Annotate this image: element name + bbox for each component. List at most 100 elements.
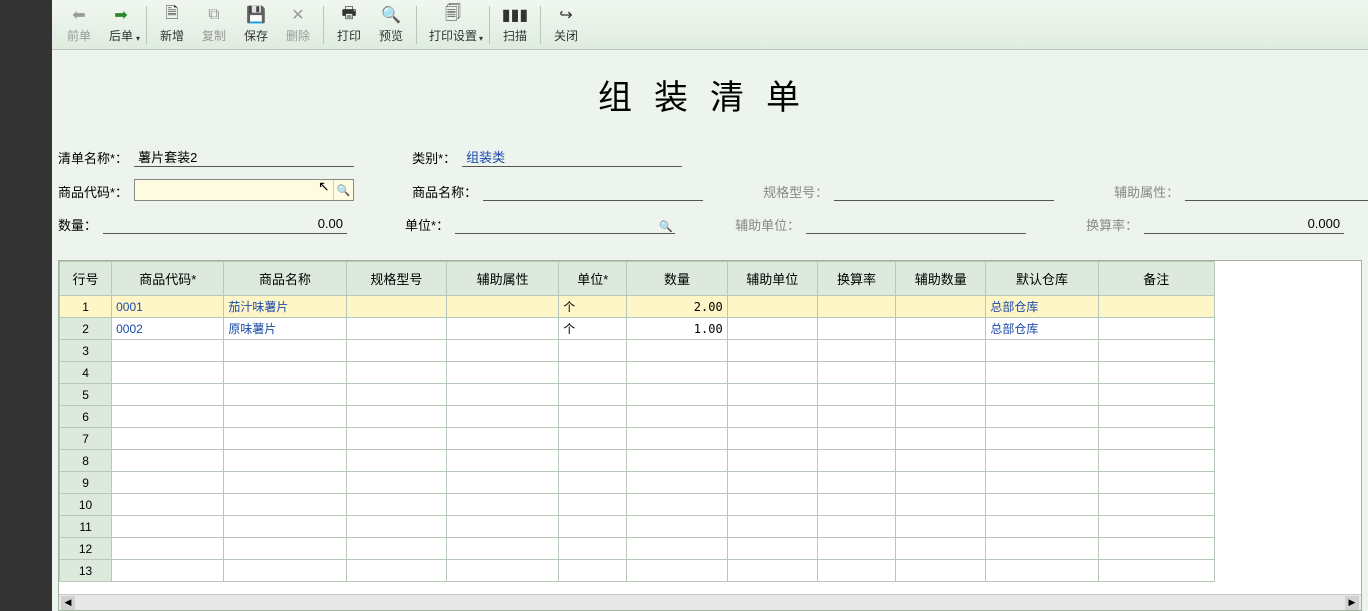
aux-unit-input[interactable] bbox=[806, 214, 1026, 234]
col-qty[interactable]: 数量 bbox=[627, 262, 727, 296]
cell-unit[interactable] bbox=[559, 450, 627, 472]
cell-warehouse[interactable] bbox=[986, 428, 1098, 450]
cell-unit[interactable]: 个 bbox=[559, 318, 627, 340]
cell-remark[interactable] bbox=[1098, 406, 1214, 428]
cell-spec[interactable] bbox=[346, 450, 446, 472]
table-row[interactable]: 11 bbox=[60, 516, 1215, 538]
cell-name[interactable] bbox=[224, 362, 346, 384]
prev-button[interactable]: ⬅ 前单 bbox=[58, 1, 100, 49]
copy-button[interactable]: ⧉ 复制 bbox=[193, 1, 235, 49]
cell-warehouse[interactable]: 总部仓库 bbox=[986, 296, 1098, 318]
cell-warehouse[interactable] bbox=[986, 472, 1098, 494]
cell-aux-attr[interactable] bbox=[446, 362, 558, 384]
cell-remark[interactable] bbox=[1098, 362, 1214, 384]
col-rate[interactable]: 换算率 bbox=[817, 262, 895, 296]
cell-spec[interactable] bbox=[346, 340, 446, 362]
cell-rate[interactable] bbox=[817, 472, 895, 494]
cell-spec[interactable] bbox=[346, 428, 446, 450]
cell-spec[interactable] bbox=[346, 362, 446, 384]
cell-code[interactable] bbox=[112, 560, 224, 582]
close-button[interactable]: ↪ 关闭 bbox=[545, 1, 587, 49]
cell-unit[interactable] bbox=[559, 494, 627, 516]
cell-aux-qty[interactable] bbox=[896, 494, 986, 516]
print-button[interactable]: 🖶 打印 bbox=[328, 1, 370, 49]
cell-warehouse[interactable] bbox=[986, 516, 1098, 538]
cell-warehouse[interactable] bbox=[986, 538, 1098, 560]
cell-aux-unit[interactable] bbox=[727, 406, 817, 428]
cell-name[interactable] bbox=[224, 384, 346, 406]
cell-aux-qty[interactable] bbox=[896, 428, 986, 450]
aux-attr-input[interactable] bbox=[1185, 181, 1368, 201]
cell-warehouse[interactable] bbox=[986, 560, 1098, 582]
cell-aux-attr[interactable] bbox=[446, 340, 558, 362]
cell-unit[interactable] bbox=[559, 472, 627, 494]
horizontal-scrollbar[interactable]: ◀ ▶ bbox=[59, 594, 1361, 610]
rate-input[interactable] bbox=[1144, 214, 1344, 234]
next-button[interactable]: ➡ 后单 ▾ bbox=[100, 1, 142, 49]
cell-aux-unit[interactable] bbox=[727, 296, 817, 318]
cell-name[interactable] bbox=[224, 538, 346, 560]
cell-unit[interactable] bbox=[559, 538, 627, 560]
cell-code[interactable] bbox=[112, 494, 224, 516]
cell-remark[interactable] bbox=[1098, 538, 1214, 560]
cell-remark[interactable] bbox=[1098, 516, 1214, 538]
cell-spec[interactable] bbox=[346, 296, 446, 318]
cell-aux-attr[interactable] bbox=[446, 450, 558, 472]
cell-rate[interactable] bbox=[817, 516, 895, 538]
cell-unit[interactable] bbox=[559, 384, 627, 406]
cell-aux-qty[interactable] bbox=[896, 362, 986, 384]
cell-rate[interactable] bbox=[817, 450, 895, 472]
col-code[interactable]: 商品代码* bbox=[112, 262, 224, 296]
cell-code[interactable] bbox=[112, 428, 224, 450]
cell-aux-qty[interactable] bbox=[896, 472, 986, 494]
cell-spec[interactable] bbox=[346, 538, 446, 560]
cell-warehouse[interactable] bbox=[986, 362, 1098, 384]
cell-qty[interactable] bbox=[627, 538, 727, 560]
table-row[interactable]: 5 bbox=[60, 384, 1215, 406]
cell-qty[interactable] bbox=[627, 406, 727, 428]
cell-aux-qty[interactable] bbox=[896, 340, 986, 362]
cell-code[interactable] bbox=[112, 538, 224, 560]
cell-aux-unit[interactable] bbox=[727, 362, 817, 384]
cell-qty[interactable]: 2.00 bbox=[627, 296, 727, 318]
table-row[interactable]: 7 bbox=[60, 428, 1215, 450]
cell-qty[interactable] bbox=[627, 428, 727, 450]
cell-aux-unit[interactable] bbox=[727, 428, 817, 450]
spec-input[interactable] bbox=[834, 181, 1054, 201]
cell-aux-unit[interactable] bbox=[727, 340, 817, 362]
cell-rate[interactable] bbox=[817, 560, 895, 582]
col-unit[interactable]: 单位* bbox=[559, 262, 627, 296]
cell-aux-attr[interactable] bbox=[446, 428, 558, 450]
cell-spec[interactable] bbox=[346, 560, 446, 582]
cell-rate[interactable] bbox=[817, 318, 895, 340]
cell-aux-attr[interactable] bbox=[446, 406, 558, 428]
cell-qty[interactable] bbox=[627, 494, 727, 516]
cell-name[interactable] bbox=[224, 340, 346, 362]
cell-qty[interactable]: 1.00 bbox=[627, 318, 727, 340]
cell-rate[interactable] bbox=[817, 428, 895, 450]
lookup-icon[interactable]: 🔍 bbox=[333, 180, 353, 200]
cell-aux-qty[interactable] bbox=[896, 560, 986, 582]
cell-code[interactable] bbox=[112, 384, 224, 406]
cell-aux-unit[interactable] bbox=[727, 538, 817, 560]
cell-warehouse[interactable] bbox=[986, 384, 1098, 406]
cell-warehouse[interactable]: 总部仓库 bbox=[986, 318, 1098, 340]
cell-qty[interactable] bbox=[627, 516, 727, 538]
cell-rate[interactable] bbox=[817, 384, 895, 406]
cell-qty[interactable] bbox=[627, 340, 727, 362]
cell-remark[interactable] bbox=[1098, 296, 1214, 318]
col-name[interactable]: 商品名称 bbox=[224, 262, 346, 296]
col-aux-attr[interactable]: 辅助属性 bbox=[446, 262, 558, 296]
col-aux-unit[interactable]: 辅助单位 bbox=[727, 262, 817, 296]
cell-qty[interactable] bbox=[627, 384, 727, 406]
cell-rate[interactable] bbox=[817, 296, 895, 318]
cell-name[interactable] bbox=[224, 406, 346, 428]
cell-spec[interactable] bbox=[346, 318, 446, 340]
cell-warehouse[interactable] bbox=[986, 450, 1098, 472]
cell-spec[interactable] bbox=[346, 472, 446, 494]
cell-unit[interactable] bbox=[559, 362, 627, 384]
cell-spec[interactable] bbox=[346, 384, 446, 406]
cell-aux-qty[interactable] bbox=[896, 516, 986, 538]
table-row[interactable]: 9 bbox=[60, 472, 1215, 494]
qty-input[interactable] bbox=[103, 214, 347, 234]
